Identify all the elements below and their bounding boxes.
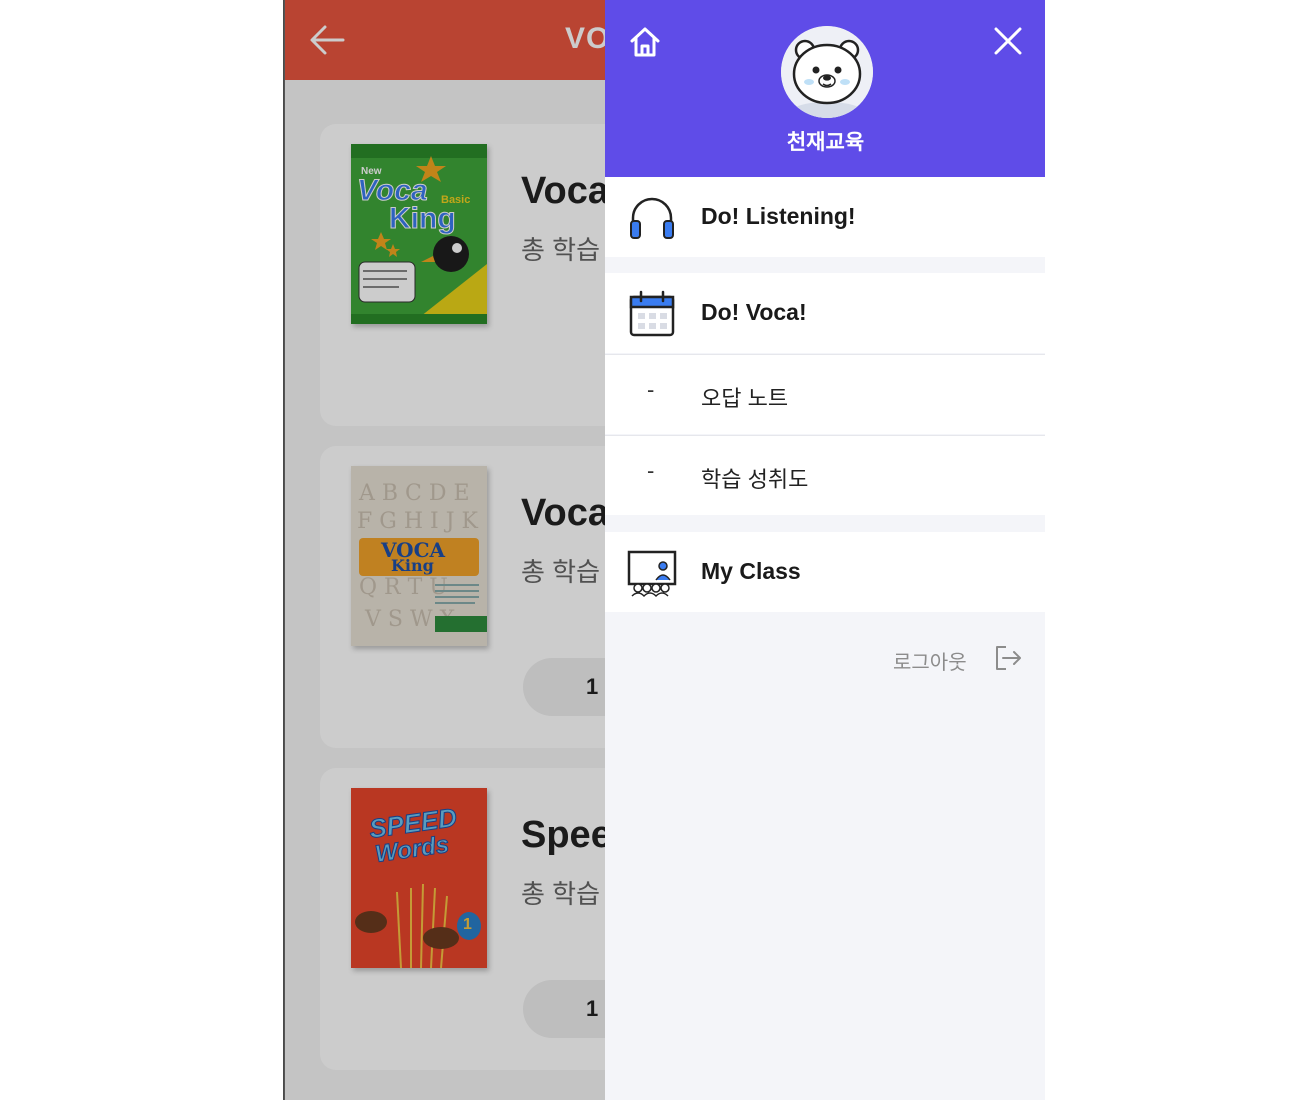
logout-button[interactable]: 로그아웃 xyxy=(893,643,1028,675)
menu-item-label: Do! Voca! xyxy=(701,299,807,325)
submenu-dash: - xyxy=(647,458,655,483)
headphones-icon xyxy=(630,197,674,239)
home-icon[interactable] xyxy=(627,24,663,60)
classroom-icon xyxy=(627,550,677,598)
polar-bear-icon xyxy=(781,26,873,118)
submenu-dash: - xyxy=(647,377,655,402)
user-name: 천재교육 xyxy=(786,131,865,154)
logout-label: 로그아웃 xyxy=(893,652,967,674)
avatar xyxy=(781,26,873,118)
menu-item-my-class[interactable]: My Class xyxy=(605,532,1045,612)
submenu-item-wrong-answer-note[interactable]: - 오답 노트 xyxy=(605,354,1045,434)
drawer-header: 천재교육 xyxy=(605,0,1045,177)
menu-item-label: Do! Listening! xyxy=(701,203,856,229)
submenu-item-achievement[interactable]: - 학습 성취도 xyxy=(605,435,1045,515)
menu-item-listening[interactable]: Do! Listening! xyxy=(605,177,1045,257)
side-drawer: 천재교육 Do! Listening! Do! Voca! - 오답 노트 - … xyxy=(605,0,1045,1100)
app-window: VO New Voca King Basic Voca 총 학습 A B C D… xyxy=(284,0,1045,1100)
menu-item-label: My Class xyxy=(701,558,801,584)
logout-icon xyxy=(996,646,1021,670)
calendar-icon xyxy=(629,290,675,337)
menu-item-voca[interactable]: Do! Voca! xyxy=(605,273,1045,353)
submenu-item-label: 학습 성취도 xyxy=(701,467,809,492)
submenu-item-label: 오답 노트 xyxy=(701,386,789,411)
close-icon[interactable] xyxy=(993,26,1023,56)
